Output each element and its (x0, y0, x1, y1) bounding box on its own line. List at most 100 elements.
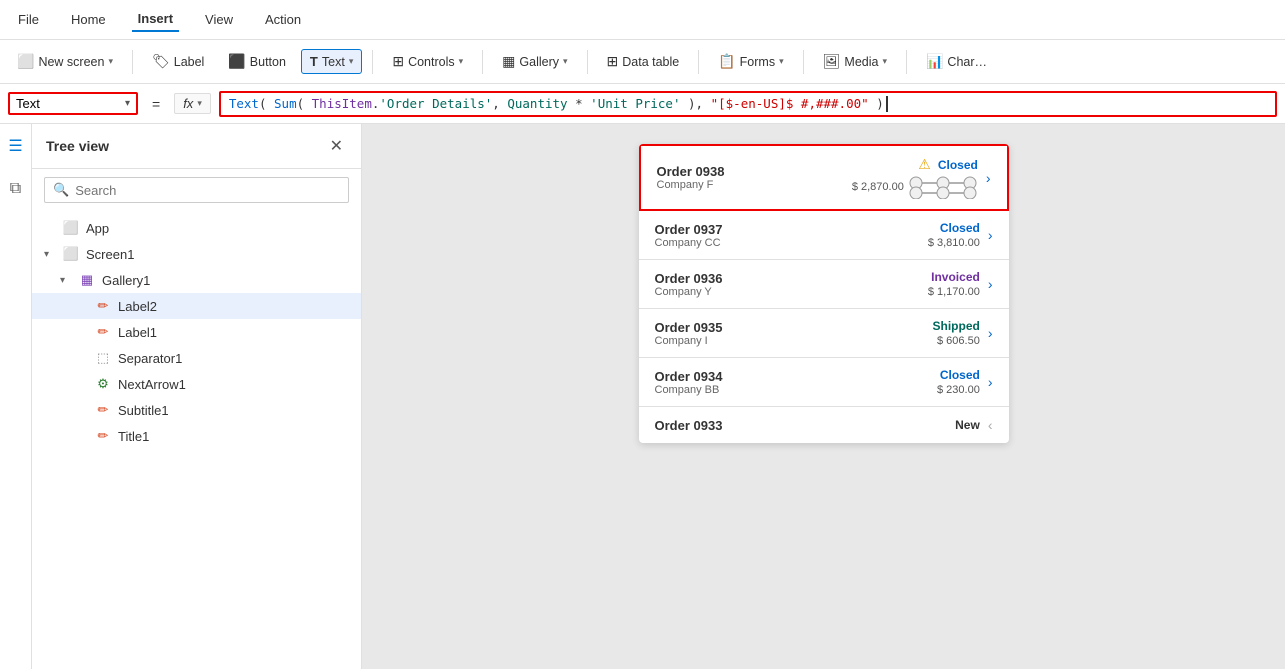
tree-item-gallery1[interactable]: ▾ ▦ Gallery1 (32, 267, 361, 293)
order-0938-company: Company F (657, 179, 852, 191)
fx-chevron-icon: ▾ (197, 98, 202, 109)
gallery-chevron-icon: ▾ (563, 56, 568, 67)
divider-5 (698, 50, 699, 74)
toolbar: ⬜ New screen ▾ 🏷 Label ⬛ Button T Text ▾… (0, 40, 1285, 84)
button-icon: ⬛ (228, 53, 245, 70)
row-0938-chevron-icon[interactable]: › (986, 170, 991, 186)
tree-item-screen1[interactable]: ▾ ⬜ Screen1 (32, 241, 361, 267)
sidebar-toggle: ☰ ⧉ (0, 124, 32, 669)
nextarrow-icon: ⚙ (94, 376, 112, 392)
controls-button[interactable]: ⊞ Controls ▾ (383, 48, 472, 75)
row-0935-info: Order 0935 Company I (655, 320, 933, 347)
forms-chevron-icon: ▾ (779, 56, 784, 67)
button-button[interactable]: ⬛ Button (219, 48, 295, 75)
gallery-button[interactable]: ▦ Gallery ▾ (493, 48, 576, 75)
tree-item-nextarrow1[interactable]: ⚙ NextArrow1 (32, 371, 361, 397)
app-icon: ⬜ (62, 220, 80, 236)
tree-items: ⬜ App ▾ ⬜ Screen1 ▾ ▦ Gallery1 ✏ Label2 (32, 211, 361, 669)
order-0936-num: Order 0936 (655, 271, 928, 286)
gallery-row-0938[interactable]: Order 0938 Company F ⚠ Closed $ 2,870.00 (639, 144, 1009, 211)
name-box-chevron-icon[interactable]: ▾ (125, 98, 130, 109)
menu-action[interactable]: Action (259, 8, 307, 31)
gallery-row-0937[interactable]: Order 0937 Company CC Closed $ 3,810.00 … (639, 211, 1009, 260)
menu-view[interactable]: View (199, 8, 239, 31)
gallery-row-0934[interactable]: Order 0934 Company BB Closed $ 230.00 › (639, 358, 1009, 407)
button-btn-label: Button (250, 55, 286, 69)
order-0936-company: Company Y (655, 286, 928, 298)
tree-label-title1: Title1 (118, 429, 149, 444)
text-icon: T (310, 54, 318, 69)
forms-button[interactable]: 📋 Forms ▾ (709, 48, 792, 75)
fx-button[interactable]: fx ▾ (174, 93, 211, 114)
gallery-row-0933[interactable]: Order 0933 New ‹ (639, 407, 1009, 443)
tree-label-screen1: Screen1 (86, 247, 134, 262)
tree-label-gallery1: Gallery1 (102, 273, 150, 288)
order-0933-num: Order 0933 (655, 418, 956, 433)
tree-label-label2: Label2 (118, 299, 157, 314)
order-0934-num: Order 0934 (655, 369, 938, 384)
row-0933-chevron-icon[interactable]: ‹ (988, 417, 993, 433)
search-icon: 🔍 (53, 182, 69, 198)
main-area: ☰ ⧉ Tree view ✕ 🔍 ⬜ App ▾ ⬜ Screen1 (0, 124, 1285, 669)
order-0938-status: ⚠ Closed $ 2,870.00 (852, 156, 978, 199)
chart-button[interactable]: 📊 Char… (917, 48, 996, 75)
screen1-expand-icon: ▾ (44, 249, 56, 260)
chevron-down-icon: ▾ (108, 56, 113, 67)
formula-bar: Text ▾ = fx ▾ Text ( Sum ( ThisItem . 'O… (0, 84, 1285, 124)
cursor (886, 96, 888, 112)
divider-1 (132, 50, 133, 74)
text-chevron-icon: ▾ (349, 56, 354, 67)
forms-label: Forms (740, 55, 775, 69)
divider-6 (803, 50, 804, 74)
media-button[interactable]: 🖼 Media ▾ (814, 48, 896, 75)
warning-icon: ⚠ (918, 156, 931, 173)
gallery1-expand-icon: ▾ (60, 275, 72, 286)
row-0935-chevron-icon[interactable]: › (988, 325, 993, 341)
label-button[interactable]: 🏷 Label (143, 48, 213, 75)
row-0936-chevron-icon[interactable]: › (988, 276, 993, 292)
order-0933-status: New (955, 418, 980, 432)
tree-item-subtitle1[interactable]: ✏ Subtitle1 (32, 397, 361, 423)
layers-icon[interactable]: ⧉ (6, 176, 25, 202)
new-screen-button[interactable]: ⬜ New screen ▾ (8, 48, 122, 75)
title1-icon: ✏ (94, 428, 112, 444)
tree-item-title1[interactable]: ✏ Title1 (32, 423, 361, 449)
order-0933-status-badge: New (955, 418, 980, 432)
order-0934-amount: $ 230.00 (937, 384, 980, 396)
hamburger-icon[interactable]: ☰ (4, 132, 26, 160)
menu-insert[interactable]: Insert (132, 7, 179, 32)
data-table-button[interactable]: ⊞ Data table (598, 48, 689, 75)
gallery-row-0936[interactable]: Order 0936 Company Y Invoiced $ 1,170.00… (639, 260, 1009, 309)
gallery-label: Gallery (519, 55, 559, 69)
tree-item-label2[interactable]: ✏ Label2 (32, 293, 361, 319)
formula-input[interactable]: Text ( Sum ( ThisItem . 'Order Details' … (219, 91, 1277, 117)
tree-item-app[interactable]: ⬜ App (32, 215, 361, 241)
divider-2 (372, 50, 373, 74)
canvas-area: Order 0938 Company F ⚠ Closed $ 2,870.00 (362, 124, 1285, 669)
divider-7 (906, 50, 907, 74)
subtitle1-icon: ✏ (94, 402, 112, 418)
tree-item-label1[interactable]: ✏ Label1 (32, 319, 361, 345)
chart-icon: 📊 (926, 53, 943, 70)
equals-sign: = (146, 96, 166, 112)
gallery-row-0935[interactable]: Order 0935 Company I Shipped $ 606.50 › (639, 309, 1009, 358)
tree-item-separator1[interactable]: ⬚ Separator1 (32, 345, 361, 371)
separator-icon: ⬚ (94, 350, 112, 366)
close-icon[interactable]: ✕ (326, 134, 347, 158)
name-box[interactable]: Text ▾ (8, 92, 138, 115)
row-0934-info: Order 0934 Company BB (655, 369, 938, 396)
order-0937-status-badge: Closed (940, 221, 980, 235)
name-box-value: Text (16, 96, 125, 111)
row-0934-chevron-icon[interactable]: › (988, 374, 993, 390)
order-0937-company: Company CC (655, 237, 928, 249)
gallery-tree-icon: ▦ (78, 272, 96, 288)
order-0935-status-badge: Shipped (932, 319, 979, 333)
order-0935-company: Company I (655, 335, 933, 347)
text-button[interactable]: T Text ▾ (301, 49, 362, 74)
menu-file[interactable]: File (12, 8, 45, 31)
new-screen-label: New screen (38, 55, 104, 69)
row-0937-chevron-icon[interactable]: › (988, 227, 993, 243)
tree-label-subtitle1: Subtitle1 (118, 403, 169, 418)
menu-home[interactable]: Home (65, 8, 112, 31)
search-input[interactable] (75, 183, 340, 198)
